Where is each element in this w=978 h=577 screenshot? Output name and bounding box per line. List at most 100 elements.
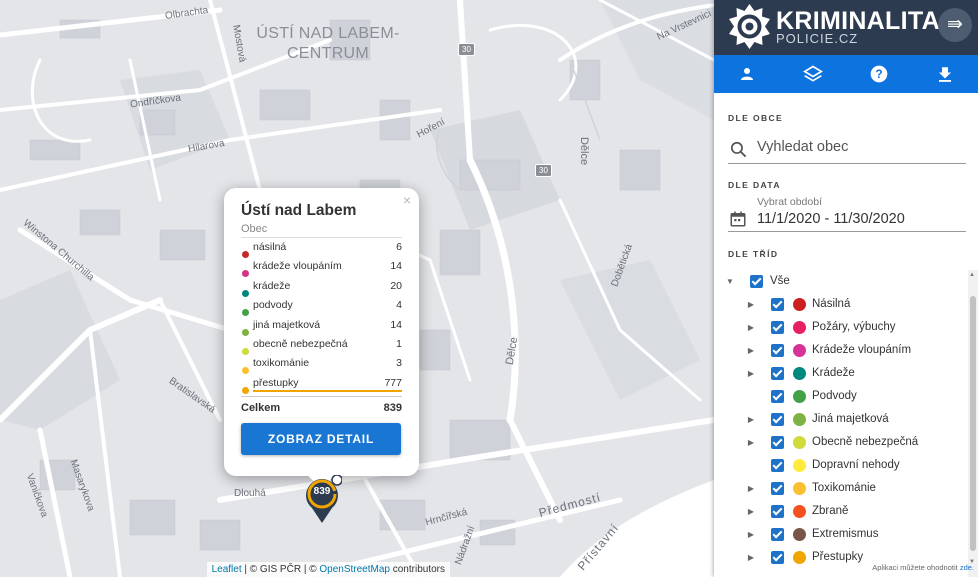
checkbox-checked-icon[interactable] <box>771 413 784 426</box>
section-municipality-label: DLE OBCE <box>728 113 784 123</box>
stat-label: přestupky <box>253 376 299 389</box>
help-icon: ? <box>870 65 888 83</box>
leaflet-link[interactable]: Leaflet <box>212 564 242 575</box>
tree-item[interactable]: ▶ Obecně nebezpečná <box>714 431 968 454</box>
street-label: Dělce <box>578 136 591 166</box>
municipality-search-input[interactable] <box>757 139 957 155</box>
tab-person[interactable] <box>714 55 780 93</box>
caret-right-icon[interactable]: ▶ <box>746 523 756 546</box>
checkbox-checked-icon[interactable] <box>771 321 784 334</box>
checkbox-checked-icon[interactable] <box>771 344 784 357</box>
tree-item-label: Požáry, výbuchy <box>812 321 896 333</box>
checkbox-checked-icon[interactable] <box>771 367 784 380</box>
caret-right-icon[interactable]: ▶ <box>746 408 756 431</box>
scrollbar-thumb[interactable] <box>970 296 976 551</box>
stat-value: 1 <box>396 337 402 350</box>
sidebar-toolbar: ? <box>714 55 978 93</box>
road-shield: 30 <box>458 43 475 56</box>
tree-item[interactable]: Podvody <box>714 385 968 408</box>
stat-bar <box>253 390 402 393</box>
checkbox-checked-icon[interactable] <box>771 436 784 449</box>
tree-item[interactable]: ▶ Extremismus <box>714 523 968 546</box>
tree-item[interactable]: ▶ Jiná majetková <box>714 408 968 431</box>
tree-item-label: Dopravní nehody <box>812 459 900 471</box>
caret-right-icon[interactable]: ▶ <box>746 546 756 569</box>
map-attribution: Leaflet | © GIS PČR | © OpenStreetMap co… <box>206 562 450 577</box>
brand-header: KRIMINALITA POLICIE.CZ ⇛ <box>714 0 978 55</box>
brand-site: POLICIE.CZ <box>776 31 859 46</box>
date-range-field[interactable]: Vybrat období 11/1/2020 - 11/30/2020 <box>728 196 966 232</box>
popup-subtitle: Obec <box>241 223 402 238</box>
caret-down-icon[interactable]: ▼ <box>725 270 735 293</box>
tree-item-label: Jiná majetková <box>812 413 889 425</box>
checkbox-checked-icon[interactable] <box>771 551 784 564</box>
tab-download[interactable] <box>912 55 978 93</box>
category-color-icon <box>793 344 806 357</box>
tree-item[interactable]: ▶ Zbraně <box>714 500 968 523</box>
collapse-sidebar-button[interactable]: ⇛ <box>938 8 972 42</box>
map-canvas[interactable]: ÚSTÍ NAD LABEM- CENTRUM Olbrachta Mostov… <box>0 0 714 577</box>
tree-item[interactable]: Dopravní nehody <box>714 454 968 477</box>
stat-label: toxikománie <box>253 357 310 370</box>
tree-item[interactable]: ▶ Násilná <box>714 293 968 316</box>
date-range-value: 11/1/2020 - 11/30/2020 <box>757 211 905 227</box>
osm-link[interactable]: OpenStreetMap <box>319 564 390 575</box>
tree-item-label: Podvody <box>812 390 857 402</box>
tab-help[interactable]: ? <box>846 55 912 93</box>
caret-right-icon[interactable]: ▶ <box>746 477 756 500</box>
popup-stat-row: krádeže vloupáním 14 <box>241 257 402 278</box>
attribution-text: | © GIS PČR | © <box>241 564 320 575</box>
popup-stat-row: podvody 4 <box>241 296 402 317</box>
caret-right-icon[interactable]: ▶ <box>746 362 756 385</box>
rating-link[interactable]: zde. <box>960 563 974 572</box>
tree-item[interactable]: ▶ Požáry, výbuchy <box>714 316 968 339</box>
checkbox-checked-icon[interactable] <box>771 528 784 541</box>
checkbox-checked-icon[interactable] <box>771 390 784 403</box>
crime-class-tree: ▼ Vše ▶ Násilná ▶ Požáry, výbuchy ▶ Krádeže v… <box>714 270 968 577</box>
checkbox-checked-icon[interactable] <box>771 298 784 311</box>
stat-value: 4 <box>396 299 402 312</box>
checkbox-checked-icon[interactable] <box>771 482 784 495</box>
category-color-icon <box>793 390 806 403</box>
police-star-logo-icon <box>729 4 770 49</box>
tree-item[interactable]: ▶ Krádeže <box>714 362 968 385</box>
rating-note-text: Aplikaci můžete ohodnotit <box>872 563 960 572</box>
municipality-search <box>728 136 966 164</box>
category-color-icon <box>793 367 806 380</box>
scroll-up-icon[interactable]: ▲ <box>969 272 975 278</box>
caret-right-icon[interactable]: ▶ <box>746 339 756 362</box>
category-color-icon <box>793 459 806 472</box>
tree-root-label: Vše <box>770 275 790 287</box>
checkbox-checked-icon[interactable] <box>771 505 784 518</box>
tree-scrollbar[interactable]: ▲ ▼ <box>968 270 978 577</box>
caret-right-icon[interactable]: ▶ <box>746 293 756 316</box>
attribution-contributors: contributors <box>389 564 445 575</box>
tab-layers[interactable] <box>780 55 846 93</box>
tree-item[interactable]: ▶ Krádeže vloupáním <box>714 339 968 362</box>
show-detail-button[interactable]: ZOBRAZ DETAIL <box>241 423 401 456</box>
stat-label: násilná <box>253 241 287 253</box>
category-color-icon <box>793 505 806 518</box>
caret-right-icon[interactable]: ▶ <box>746 500 756 523</box>
tree-item-label: Násilná <box>812 298 851 310</box>
popup-stats-list: násilná 6 krádeže vloupáním 14 krádeže 20 podv… <box>241 238 402 394</box>
category-color-icon <box>793 298 806 311</box>
person-icon <box>741 68 753 80</box>
stat-value: 6 <box>396 241 402 253</box>
checkbox-checked-icon[interactable] <box>750 275 763 288</box>
caret-right-icon[interactable]: ▶ <box>746 316 756 339</box>
municipality-popup: × Ústí nad Labem Obec násilná 6 krádeže vl… <box>224 188 419 489</box>
arrow-right-icon: ⇛ <box>947 14 963 35</box>
tree-item-label: Toxikománie <box>812 482 876 494</box>
tree-root[interactable]: ▼ Vše <box>714 270 968 293</box>
popup-close-button[interactable]: × <box>403 192 411 208</box>
stat-label: podvody <box>253 299 293 312</box>
download-icon <box>939 67 951 82</box>
tree-item[interactable]: ▶ Toxikománie <box>714 477 968 500</box>
checkbox-checked-icon[interactable] <box>771 459 784 472</box>
tree-item-label: Zbraně <box>812 505 849 517</box>
category-color-icon <box>793 321 806 334</box>
cluster-marker[interactable]: 839 <box>302 474 343 525</box>
popup-stat-row: násilná 6 <box>241 238 402 258</box>
caret-right-icon[interactable]: ▶ <box>746 431 756 454</box>
